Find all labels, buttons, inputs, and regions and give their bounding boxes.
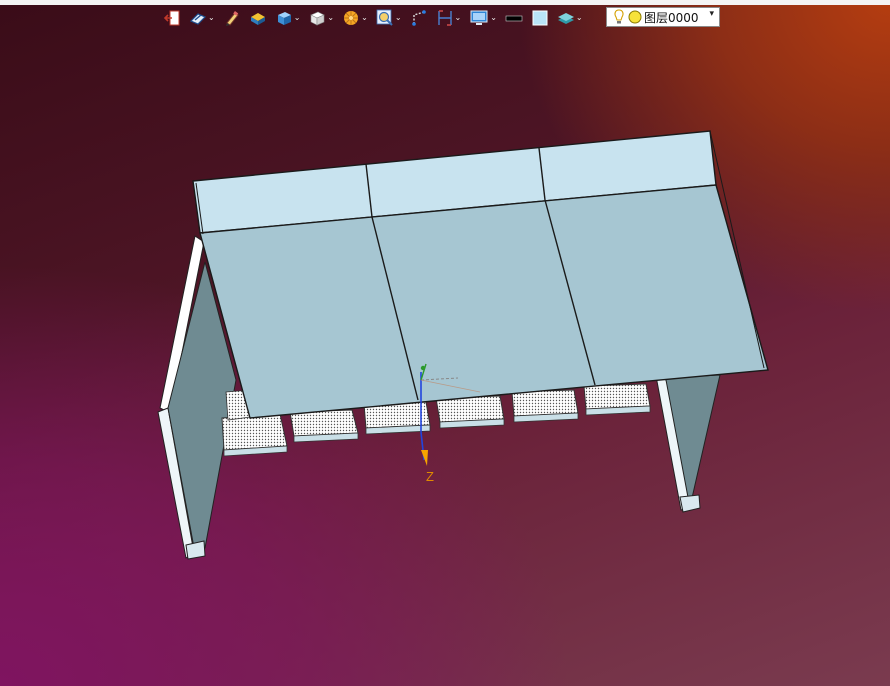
roof (192, 130, 769, 419)
right-side-panel (655, 374, 721, 513)
z-axis-label: Z (426, 469, 434, 484)
3d-viewport[interactable]: Z (0, 0, 890, 686)
